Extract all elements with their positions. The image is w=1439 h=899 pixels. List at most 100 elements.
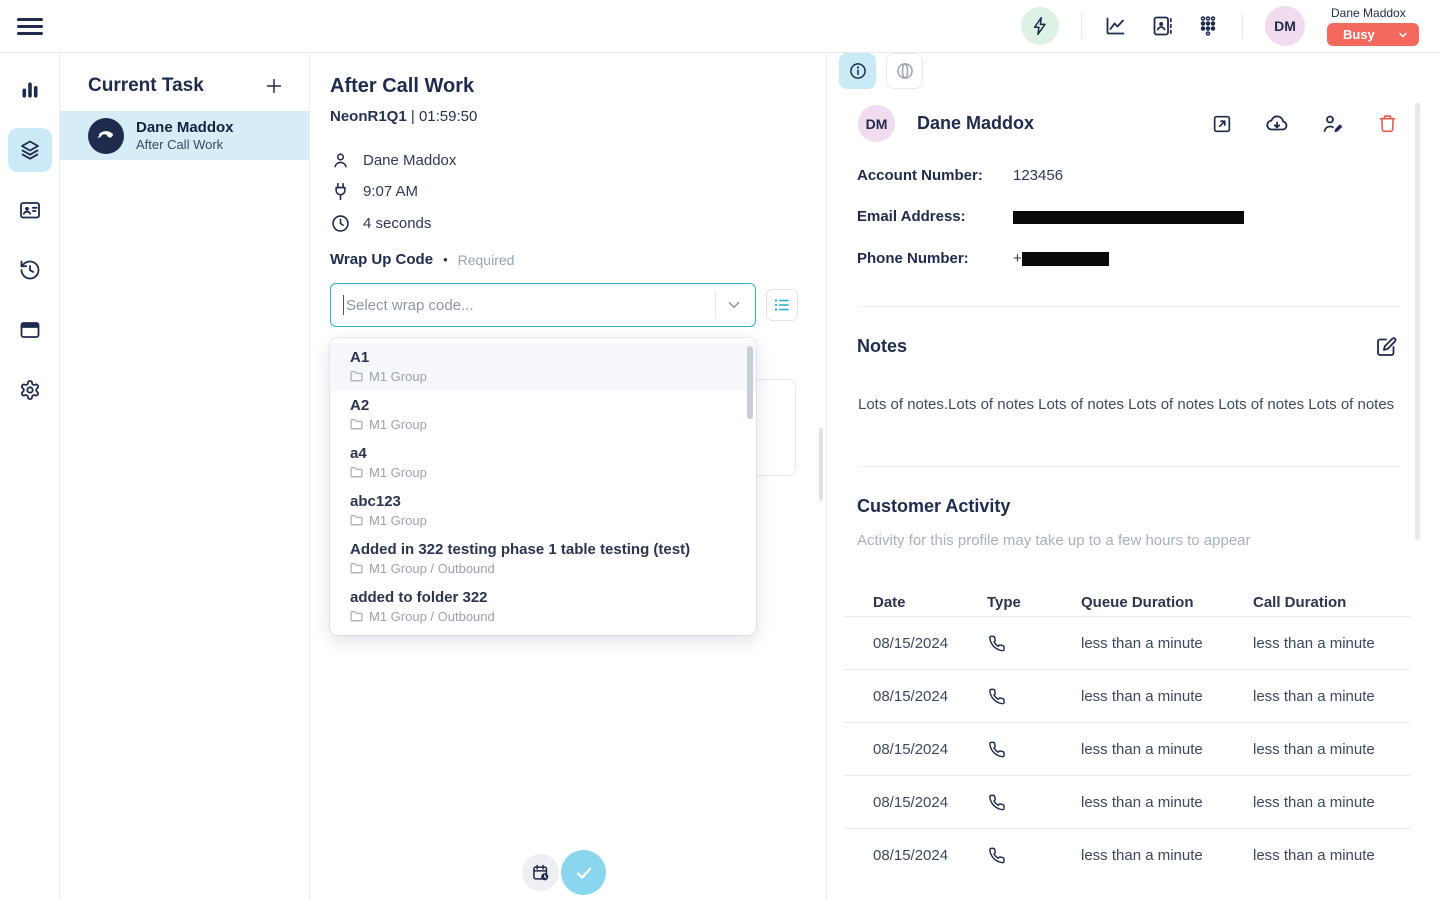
cell-date: 08/15/2024 [873,688,987,705]
schedule-button[interactable] [522,854,559,891]
sidebar-item-tasks[interactable] [8,128,52,172]
phone-row: Phone Number: + [857,250,1109,267]
cell-queue-duration: less than a minute [1081,635,1253,652]
email-value-redacted [1013,208,1244,225]
duration-row: 4 seconds [330,210,431,236]
divider [1242,13,1243,39]
phone-icon [987,687,1081,706]
sidebar-item-contacts[interactable] [8,188,52,232]
download-profile-button[interactable] [1265,112,1289,136]
after-call-work-panel: After Call Work NeonR1Q1 | 01:59:50 Dane… [310,53,827,899]
middle-panel-scrollbar[interactable] [819,428,823,501]
wrap-code-select[interactable] [330,283,756,327]
account-number-row: Account Number: 123456 [857,167,1063,184]
user-block: Dane Maddox Busy [1327,6,1419,46]
address-book-icon[interactable] [1150,14,1174,38]
add-task-button[interactable] [263,75,285,97]
edit-notes-button[interactable] [1374,335,1398,359]
separator: | [411,108,415,125]
col-header-type: Type [987,594,1081,611]
activity-table-row[interactable]: 08/15/2024 less than a minute less than … [844,722,1411,775]
sidebar-item-settings[interactable] [8,368,52,412]
option-group: M1 Group [369,416,427,433]
wrap-code-option[interactable]: Added in 322 testing phase 1 table testi… [330,535,756,583]
phone-icon [987,740,1081,759]
lightning-button[interactable] [1021,7,1059,45]
person-edit-icon [1320,112,1344,136]
tab-info[interactable] [839,53,876,89]
wrap-code-option[interactable]: A1 M1 Group [330,343,756,391]
calendar-clock-icon [531,863,551,883]
external-link-icon [1211,113,1233,135]
wrap-code-option[interactable]: added to folder 322 M1 Group / Outbound [330,583,756,631]
lightning-icon [1028,14,1052,38]
phone-prefix: + [1013,250,1022,267]
required-label: Required [458,252,515,268]
wrap-up-code-label: Wrap Up Code [330,251,433,268]
cell-queue-duration: less than a minute [1081,794,1253,811]
info-icon [848,61,868,81]
wrap-code-option[interactable]: a4 M1 Group [330,439,756,487]
plug-icon [330,181,351,202]
wrap-code-input[interactable] [346,297,715,314]
wrap-up-code-row: Wrap Up Code • Required [330,251,514,268]
wrap-code-dropdown: A1 M1 Group A2 M1 Group a4 M1 Group abc1… [330,338,756,635]
cell-queue-duration: less than a minute [1081,741,1253,758]
activity-table-row[interactable]: 08/15/2024 less than a minute less than … [844,616,1411,669]
activity-table-row[interactable]: 08/15/2024 less than a minute less than … [844,669,1411,722]
person-icon [330,150,351,171]
contact-name: Dane Maddox [363,152,456,169]
text-caret [343,295,344,315]
cell-date: 08/15/2024 [873,794,987,811]
user-avatar[interactable]: DM [1265,6,1305,46]
open-external-button[interactable] [1210,112,1234,136]
dialpad-icon[interactable] [1196,14,1220,38]
dropdown-scrollbar[interactable] [747,346,753,419]
cell-call-duration: less than a minute [1253,847,1411,864]
section-divider [857,306,1400,307]
phone-icon [987,846,1081,865]
edit-contact-button[interactable] [1320,112,1344,136]
task-panel-title: Current Task [88,75,204,97]
activity-table-row[interactable]: 08/15/2024 less than a minute less than … [844,775,1411,828]
cell-call-duration: less than a minute [1253,741,1411,758]
option-group: M1 Group / Outbound [369,608,495,625]
phone-value-redacted: + [1013,250,1109,267]
queue-name: NeonR1Q1 [330,108,407,125]
delete-contact-button[interactable] [1375,112,1399,136]
cell-date: 08/15/2024 [873,635,987,652]
phone-label: Phone Number: [857,250,1013,267]
wrap-code-option[interactable]: A2 M1 Group [330,391,756,439]
account-number-label: Account Number: [857,167,1013,184]
phone-icon [88,118,124,154]
tab-insights[interactable] [886,53,923,89]
profile-tabs [839,53,923,89]
chevron-down-icon [1397,29,1409,41]
profile-actions [1210,112,1399,136]
activity-table-row[interactable]: 08/15/2024 less than a minute less than … [844,828,1411,881]
cell-date: 08/15/2024 [873,847,987,864]
phone-icon [987,793,1081,812]
right-panel-scrollbar[interactable] [1415,103,1420,540]
browse-wrap-codes-button[interactable] [766,289,798,321]
trash-icon [1377,113,1398,134]
task-list-header: Current Task [60,53,309,111]
wrap-code-option[interactable]: abc123 M1 Group [330,487,756,535]
sidebar-item-history[interactable] [8,248,52,292]
chevron-down-icon[interactable] [725,296,743,314]
phone-icon [987,634,1081,653]
cell-date: 08/15/2024 [873,741,987,758]
notes-title: Notes [857,336,907,357]
cloud-download-icon [1265,112,1289,136]
line-chart-icon[interactable] [1104,14,1128,38]
status-dropdown[interactable]: Busy [1327,23,1419,46]
complete-task-button[interactable] [561,850,606,895]
icon-sidebar [0,53,60,899]
task-list-item[interactable]: Dane Maddox After Call Work [60,111,309,160]
sidebar-item-browser[interactable] [8,308,52,352]
sidebar-item-stats[interactable] [8,68,52,112]
col-header-queue-duration: Queue Duration [1081,594,1253,611]
hamburger-menu-icon[interactable] [17,13,43,39]
cell-queue-duration: less than a minute [1081,688,1253,705]
edit-note-icon [1374,335,1398,359]
